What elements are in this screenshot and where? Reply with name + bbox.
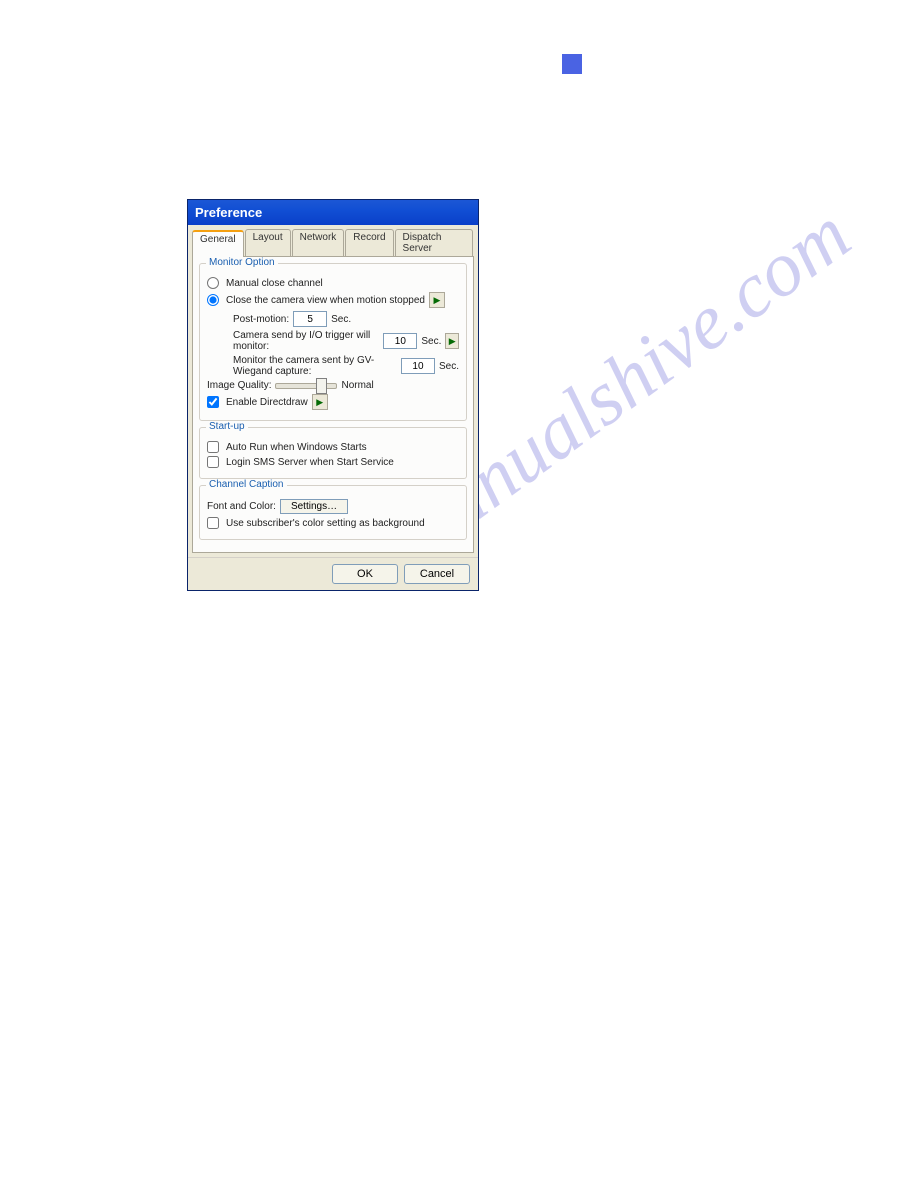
wiegand-input[interactable] xyxy=(401,358,435,374)
dialog-title: Preference xyxy=(195,205,262,220)
radio-close-when-stopped-label: Close the camera view when motion stoppe… xyxy=(226,295,425,306)
ok-button[interactable]: OK xyxy=(332,564,398,584)
legend-channel-caption: Channel Caption xyxy=(206,479,287,490)
checkbox-enable-directdraw[interactable] xyxy=(207,396,219,408)
image-quality-value: Normal xyxy=(341,380,373,391)
tab-row: General Layout Network Record Dispatch S… xyxy=(188,225,478,256)
image-quality-slider[interactable] xyxy=(275,383,337,389)
radio-manual-close[interactable] xyxy=(207,277,219,289)
radio-manual-close-label: Manual close channel xyxy=(226,278,323,289)
dialog-titlebar: Preference xyxy=(188,200,478,225)
group-channel-caption: Channel Caption Font and Color: Settings… xyxy=(199,485,467,540)
login-sms-label: Login SMS Server when Start Service xyxy=(226,457,394,468)
post-motion-unit: Sec. xyxy=(331,314,351,325)
tab-record[interactable]: Record xyxy=(345,229,393,256)
radio-close-when-stopped[interactable] xyxy=(207,294,219,306)
tab-general[interactable]: General xyxy=(192,230,244,257)
play-icon[interactable]: ▶ xyxy=(312,394,328,410)
tab-dispatch-server[interactable]: Dispatch Server xyxy=(395,229,473,256)
play-icon[interactable]: ▶ xyxy=(445,333,459,349)
wiegand-label: Monitor the camera sent by GV-Wiegand ca… xyxy=(233,355,397,377)
post-motion-label: Post-motion: xyxy=(233,314,289,325)
tab-network[interactable]: Network xyxy=(292,229,345,256)
enable-directdraw-label: Enable Directdraw xyxy=(226,397,308,408)
io-trigger-input[interactable] xyxy=(383,333,417,349)
decoration-square xyxy=(562,54,582,74)
dialog-footer: OK Cancel xyxy=(188,557,478,590)
play-icon[interactable]: ▶ xyxy=(429,292,445,308)
slider-thumb-icon[interactable] xyxy=(316,378,327,394)
io-trigger-unit: Sec. xyxy=(421,336,441,347)
io-trigger-label: Camera send by I/O trigger will monitor: xyxy=(233,330,379,352)
auto-run-label: Auto Run when Windows Starts xyxy=(226,442,367,453)
image-quality-label: Image Quality: xyxy=(207,380,271,391)
checkbox-login-sms[interactable] xyxy=(207,456,219,468)
preference-dialog: Preference General Layout Network Record… xyxy=(187,199,479,591)
wiegand-unit: Sec. xyxy=(439,361,459,372)
settings-button[interactable]: Settings… xyxy=(280,499,348,514)
checkbox-auto-run[interactable] xyxy=(207,441,219,453)
cancel-button[interactable]: Cancel xyxy=(404,564,470,584)
tab-body: Monitor Option Manual close channel Clos… xyxy=(192,256,474,553)
legend-startup: Start-up xyxy=(206,421,248,432)
group-monitor-option: Monitor Option Manual close channel Clos… xyxy=(199,263,467,421)
use-subscriber-label: Use subscriber's color setting as backgr… xyxy=(226,518,425,529)
tab-layout[interactable]: Layout xyxy=(245,229,291,256)
post-motion-input[interactable] xyxy=(293,311,327,327)
font-color-label: Font and Color: xyxy=(207,501,276,512)
legend-monitor-option: Monitor Option xyxy=(206,257,278,268)
group-startup: Start-up Auto Run when Windows Starts Lo… xyxy=(199,427,467,479)
checkbox-use-subscriber-color[interactable] xyxy=(207,517,219,529)
